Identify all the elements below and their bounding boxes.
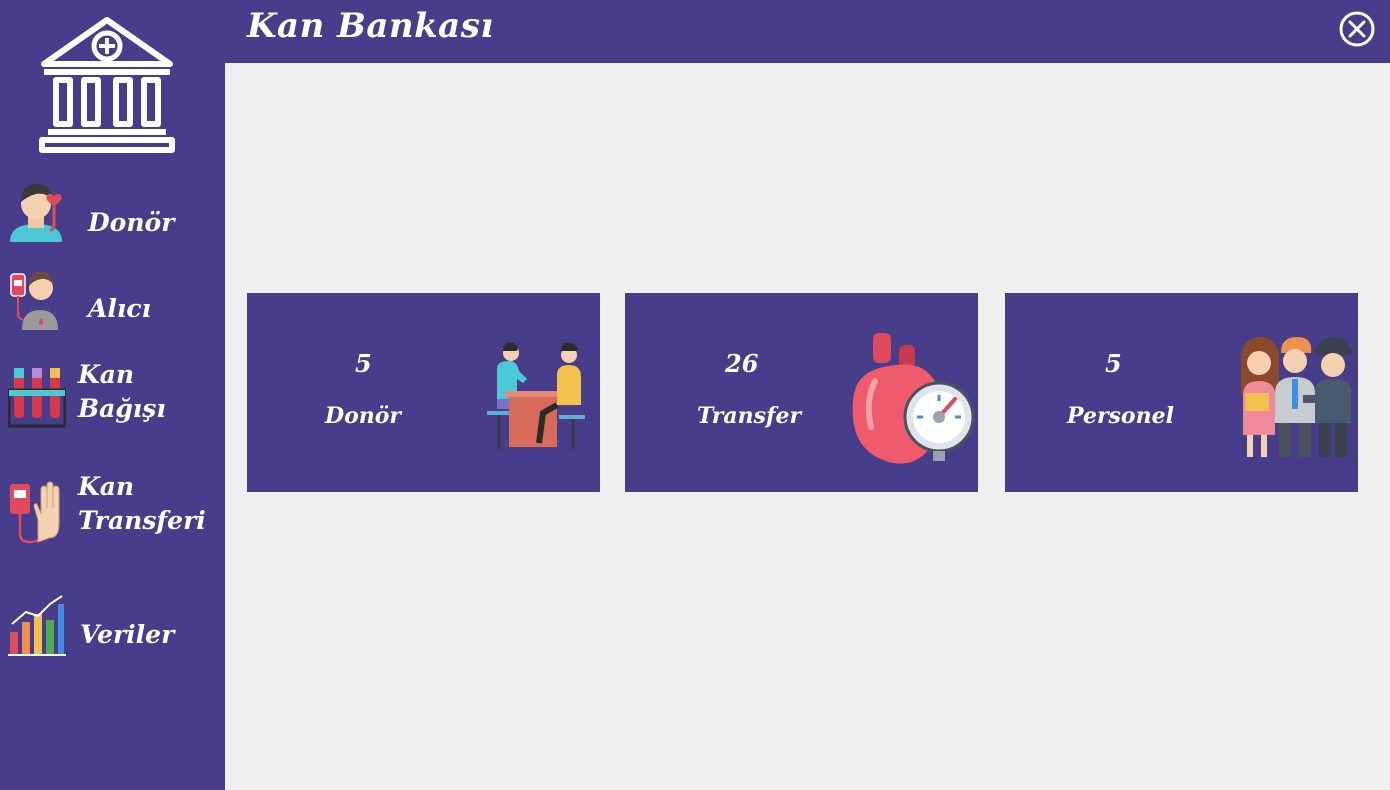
chart-icon bbox=[8, 595, 66, 656]
sidebar-item-blood-donation[interactable]: Kan Bağışı bbox=[0, 356, 225, 436]
staff-card-label: Personel bbox=[1067, 403, 1174, 429]
heart-gauge-illustration bbox=[852, 333, 975, 464]
sidebar-item-label-line1: Kan bbox=[78, 472, 135, 501]
title-bar: Kan Bankası bbox=[225, 0, 1390, 63]
test-tubes-icon bbox=[8, 368, 66, 428]
sidebar-item-label-line2: Transferi bbox=[78, 506, 206, 535]
sidebar-item-label: Veriler bbox=[80, 620, 175, 649]
staff-group-illustration bbox=[1241, 337, 1351, 457]
sidebar-item-label-line1: Kan bbox=[78, 360, 135, 389]
donor-icon bbox=[10, 184, 62, 242]
sidebar-item-donor[interactable]: Donör bbox=[0, 178, 225, 246]
sidebar-item-blood-transfer[interactable]: Kan Transferi bbox=[0, 470, 225, 550]
bank-building-icon bbox=[39, 17, 175, 153]
sidebar: Donör Alıcı Kan Bağışı Kan Transferi Ver… bbox=[0, 0, 225, 790]
donor-stat-card[interactable]: 5 Donör bbox=[247, 293, 600, 492]
sidebar-item-recipient[interactable]: Alıcı bbox=[0, 264, 225, 332]
close-circle-icon[interactable] bbox=[1338, 10, 1376, 48]
sidebar-item-label-line2: Bağışı bbox=[78, 394, 166, 423]
recipient-icon bbox=[10, 272, 58, 330]
app-title: Kan Bankası bbox=[247, 6, 494, 46]
transfer-card-label: Transfer bbox=[697, 403, 802, 429]
staff-stat-card[interactable]: 5 Personel bbox=[1005, 293, 1358, 492]
donor-card-label: Donör bbox=[325, 403, 402, 429]
sidebar-item-label: Alıcı bbox=[88, 294, 152, 323]
donation-meeting-illustration bbox=[487, 342, 585, 449]
sidebar-item-label: Donör bbox=[88, 208, 175, 237]
blood-transfer-icon bbox=[10, 481, 60, 544]
transfer-stat-card[interactable]: 26 Transfer bbox=[625, 293, 978, 492]
sidebar-item-data[interactable]: Veriler bbox=[0, 590, 225, 660]
